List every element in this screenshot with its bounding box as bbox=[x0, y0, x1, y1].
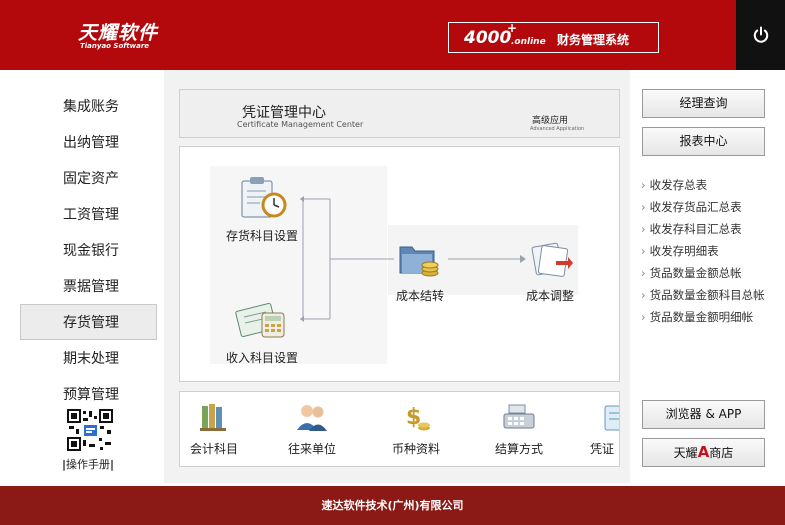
top-bar: 天耀软件 Tianyao Software 4000 + .online 财务管… bbox=[0, 0, 785, 70]
logo-chinese: 天耀软件 bbox=[78, 22, 159, 44]
nav-item-accounting[interactable]: 集成账务 bbox=[20, 88, 157, 124]
calculator-icon bbox=[235, 302, 285, 338]
manual-label: 操作手册 bbox=[66, 458, 111, 471]
document-adjust-icon bbox=[531, 242, 573, 277]
cost-adjust-label: 成本调整 bbox=[525, 289, 574, 303]
module-nav: 集成账务 出纳管理 固定资产 工资管理 现金银行 票据管理 存货管理 期末处理 … bbox=[20, 88, 157, 412]
nav-item-inventory[interactable]: 存货管理 bbox=[20, 304, 157, 340]
nav-item-period-end[interactable]: 期末处理 bbox=[20, 340, 157, 376]
product-name: 财务管理系统 bbox=[557, 33, 630, 47]
voucher-center-header: 凭证管理中心 Certificate Management Center 高级应… bbox=[179, 89, 620, 138]
report-link[interactable]: › 收发存科目汇总表 bbox=[641, 218, 765, 240]
voucher-center-subtitle: Certificate Management Center bbox=[237, 120, 364, 129]
tianyao-store-button[interactable]: 天耀A商店 bbox=[642, 438, 765, 467]
chevron-right-icon: › bbox=[641, 244, 646, 258]
books-icon bbox=[200, 404, 226, 431]
report-link[interactable]: › 收发存货品汇总表 bbox=[641, 196, 765, 218]
qr-code-icon bbox=[66, 408, 114, 452]
inventory-flow-panel: 存货科目设置 收入科目设置 成本结转 成本调整 bbox=[179, 146, 620, 382]
cash-register-icon bbox=[503, 404, 535, 429]
basic-data-strip: 会计科目 往来单位 $ 币种资料 结算方式 凭证 bbox=[179, 391, 620, 467]
voucher-center-title: 凭证管理中心 bbox=[242, 105, 326, 121]
tool-currency[interactable]: $ 币种资料 bbox=[386, 402, 446, 457]
cost-carryover[interactable]: 成本结转 bbox=[390, 239, 450, 304]
cost-carryover-label: 成本结转 bbox=[395, 289, 444, 303]
inventory-subject-label: 存货科目设置 bbox=[225, 229, 298, 243]
nav-item-cash-bank[interactable]: 现金银行 bbox=[20, 232, 157, 268]
report-link[interactable]: › 收发存总表 bbox=[641, 174, 765, 196]
tool-partners[interactable]: 往来单位 bbox=[282, 402, 342, 457]
cost-adjust[interactable]: 成本调整 bbox=[520, 239, 580, 304]
chevron-right-icon: › bbox=[641, 266, 646, 280]
nav-item-cashier[interactable]: 出纳管理 bbox=[20, 124, 157, 160]
manual-link[interactable]: |操作手册| bbox=[62, 456, 114, 472]
income-subject-setting[interactable]: 收入科目设置 bbox=[222, 297, 302, 366]
product-number: 4000 bbox=[464, 28, 512, 48]
product-online: .online bbox=[511, 37, 546, 47]
manager-query-button[interactable]: 经理查询 bbox=[642, 89, 765, 118]
product-badge: 4000 + .online 财务管理系统 bbox=[448, 21, 659, 53]
tool-currency-label: 币种资料 bbox=[391, 442, 440, 456]
folder-coins-icon bbox=[399, 246, 439, 277]
tool-voucher-label: 凭证 bbox=[590, 442, 615, 456]
nav-item-fixed-assets[interactable]: 固定资产 bbox=[20, 160, 157, 196]
report-link[interactable]: › 货品数量金额明细帐 bbox=[641, 306, 765, 328]
report-link[interactable]: › 货品数量金额总帐 bbox=[641, 262, 765, 284]
people-icon bbox=[297, 405, 327, 431]
browser-app-button[interactable]: 浏览器 & APP bbox=[642, 400, 765, 429]
advanced-app-link[interactable]: 高级应用 bbox=[532, 113, 568, 126]
book-right-icon: | bbox=[110, 458, 115, 471]
power-button[interactable] bbox=[736, 0, 785, 70]
tool-settlement[interactable]: 结算方式 bbox=[489, 402, 549, 457]
income-subject-label: 收入科目设置 bbox=[225, 351, 298, 365]
tool-settlement-label: 结算方式 bbox=[494, 442, 543, 456]
voucher-icon bbox=[604, 405, 619, 431]
tool-partners-label: 往来单位 bbox=[287, 442, 336, 456]
power-icon bbox=[753, 26, 768, 43]
store-prefix: 天耀 bbox=[673, 446, 698, 460]
footer-company: 速达软件技术(广州)有限公司 bbox=[0, 486, 785, 525]
report-links: › 收发存总表 › 收发存货品汇总表 › 收发存科目汇总表 › 收发存明细表 › 货品数量… bbox=[641, 174, 765, 328]
store-logo-a: A bbox=[697, 443, 710, 461]
report-center-button[interactable]: 报表中心 bbox=[642, 127, 765, 156]
nav-item-budget[interactable]: 预算管理 bbox=[20, 376, 157, 412]
clipboard-clock-icon bbox=[241, 177, 287, 218]
tool-voucher[interactable]: 凭证 bbox=[590, 402, 619, 457]
product-plus: + bbox=[507, 21, 518, 35]
tool-accounting-subjects-label: 会计科目 bbox=[189, 442, 238, 456]
store-suffix: 商店 bbox=[709, 446, 734, 460]
advanced-app-subtitle: Advanced Application bbox=[530, 126, 585, 132]
chevron-right-icon: › bbox=[641, 178, 646, 192]
dollar-coins-icon: $ bbox=[406, 405, 430, 431]
report-link[interactable]: › 货品数量金额科目总帐 bbox=[641, 284, 765, 306]
tool-accounting-subjects[interactable]: 会计科目 bbox=[184, 402, 244, 457]
inventory-subject-setting[interactable]: 存货科目设置 bbox=[222, 175, 302, 244]
report-link[interactable]: › 收发存明细表 bbox=[641, 240, 765, 262]
chevron-right-icon: › bbox=[641, 200, 646, 214]
logo-english: Tianyao Software bbox=[80, 42, 150, 50]
chevron-right-icon: › bbox=[641, 310, 646, 324]
nav-item-notes[interactable]: 票据管理 bbox=[20, 268, 157, 304]
chevron-right-icon: › bbox=[641, 222, 646, 236]
chevron-right-icon: › bbox=[641, 288, 646, 302]
nav-item-payroll[interactable]: 工资管理 bbox=[20, 196, 157, 232]
